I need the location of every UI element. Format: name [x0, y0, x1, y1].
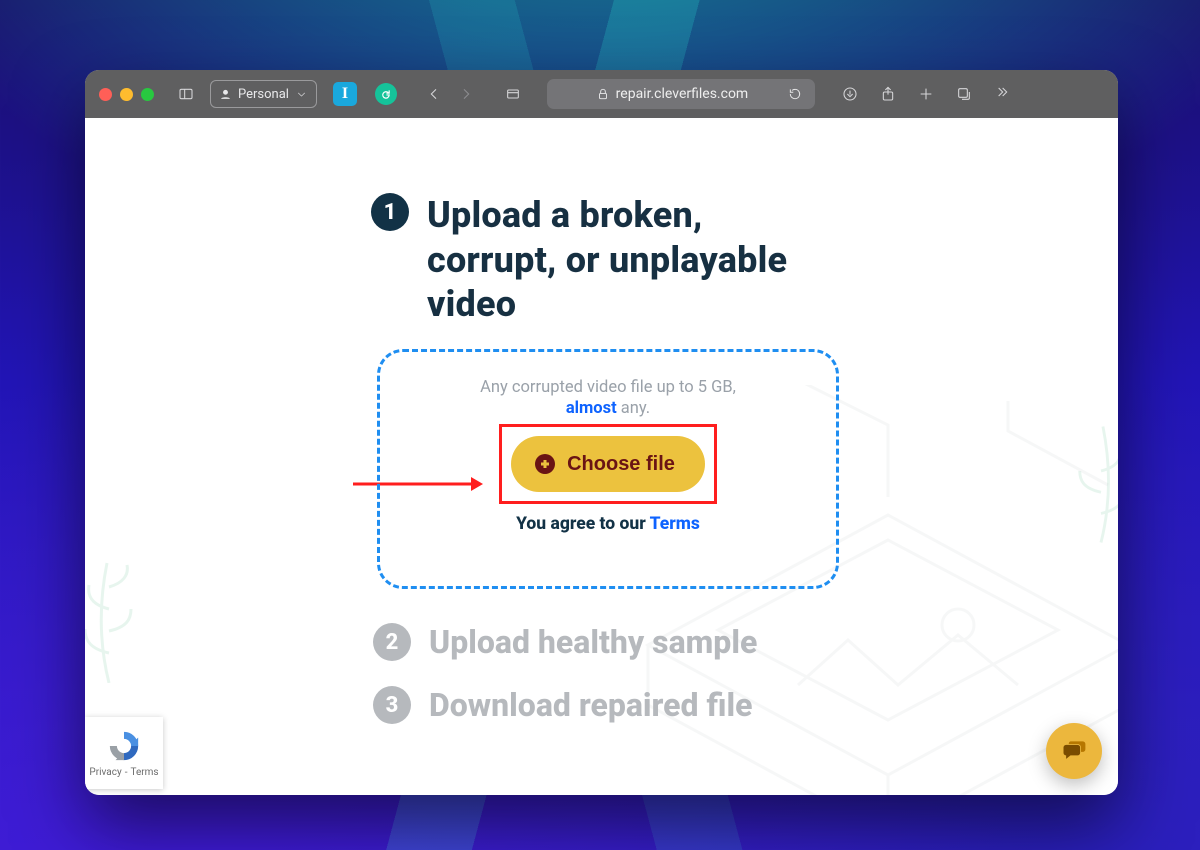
address-bar[interactable]: repair.cleverfiles.com — [547, 79, 815, 109]
window-fullscreen-button[interactable] — [141, 88, 154, 101]
tab-overview-button[interactable] — [951, 80, 977, 108]
chat-bubbles-icon — [1060, 737, 1088, 765]
choose-file-button[interactable]: Choose file — [511, 436, 705, 492]
extension-instapaper-button[interactable]: I — [333, 82, 357, 106]
recaptcha-links: Privacy-Terms — [89, 767, 158, 778]
step-2-row: 2 Upload healthy sample — [373, 623, 757, 661]
recaptcha-icon — [107, 729, 141, 763]
dropzone-hint-line1: Any corrupted video file up to 5 GB, — [480, 378, 736, 397]
toolbar-overflow-button[interactable] — [989, 80, 1015, 108]
dropzone-hint-line2: almost any. — [566, 399, 650, 418]
terms-line: You agree to our Terms — [516, 514, 700, 534]
step-2-title: Upload healthy sample — [429, 623, 757, 661]
share-button[interactable] — [875, 80, 901, 108]
plus-circle-icon — [535, 454, 555, 474]
window-minimize-button[interactable] — [120, 88, 133, 101]
step-1-header: 1 Upload a broken, corrupt, or unplayabl… — [371, 193, 827, 327]
step-2-badge: 2 — [373, 623, 411, 661]
page-viewport: 1 Upload a broken, corrupt, or unplayabl… — [85, 118, 1118, 795]
extension-grammarly-button[interactable] — [375, 83, 397, 105]
chat-widget-button[interactable] — [1046, 723, 1102, 779]
recaptcha-privacy-link[interactable]: Privacy — [89, 767, 121, 778]
profile-switcher[interactable]: Personal — [210, 80, 317, 108]
dropzone-almost-link[interactable]: almost — [566, 399, 617, 418]
step-3-row: 3 Download repaired file — [373, 686, 752, 724]
recaptcha-terms-link[interactable]: Terms — [130, 767, 158, 778]
chevron-down-icon — [295, 88, 308, 101]
nav-forward-button[interactable] — [453, 80, 479, 108]
reload-button[interactable] — [781, 80, 809, 108]
browser-window: Personal I repair.cleverfiles.com — [85, 70, 1118, 795]
sidebar-toggle-button[interactable] — [172, 80, 200, 108]
downloads-button[interactable] — [837, 80, 863, 108]
step-1-title: Upload a broken, corrupt, or unplayable … — [427, 193, 827, 327]
step-3-badge: 3 — [373, 686, 411, 724]
step-3-title: Download repaired file — [429, 686, 752, 724]
grammarly-icon — [380, 89, 391, 100]
terms-link[interactable]: Terms — [650, 514, 700, 534]
profile-name: Personal — [238, 87, 289, 102]
choose-file-wrap: Choose file — [511, 436, 705, 492]
window-traffic-lights — [99, 88, 154, 101]
new-tab-button[interactable] — [913, 80, 939, 108]
choose-file-label: Choose file — [567, 453, 675, 476]
window-close-button[interactable] — [99, 88, 112, 101]
browser-toolbar: Personal I repair.cleverfiles.com — [85, 70, 1118, 118]
site-settings-button[interactable] — [499, 80, 527, 108]
recaptcha-badge[interactable]: Privacy-Terms — [85, 717, 163, 789]
desktop-background: Personal I repair.cleverfiles.com — [0, 0, 1200, 850]
step-1-badge: 1 — [371, 193, 409, 231]
upload-dropzone[interactable]: Any corrupted video file up to 5 GB, alm… — [377, 349, 839, 589]
address-host: repair.cleverfiles.com — [616, 86, 749, 102]
nav-back-button[interactable] — [421, 80, 447, 108]
lock-icon — [596, 87, 610, 101]
person-icon — [219, 88, 232, 101]
